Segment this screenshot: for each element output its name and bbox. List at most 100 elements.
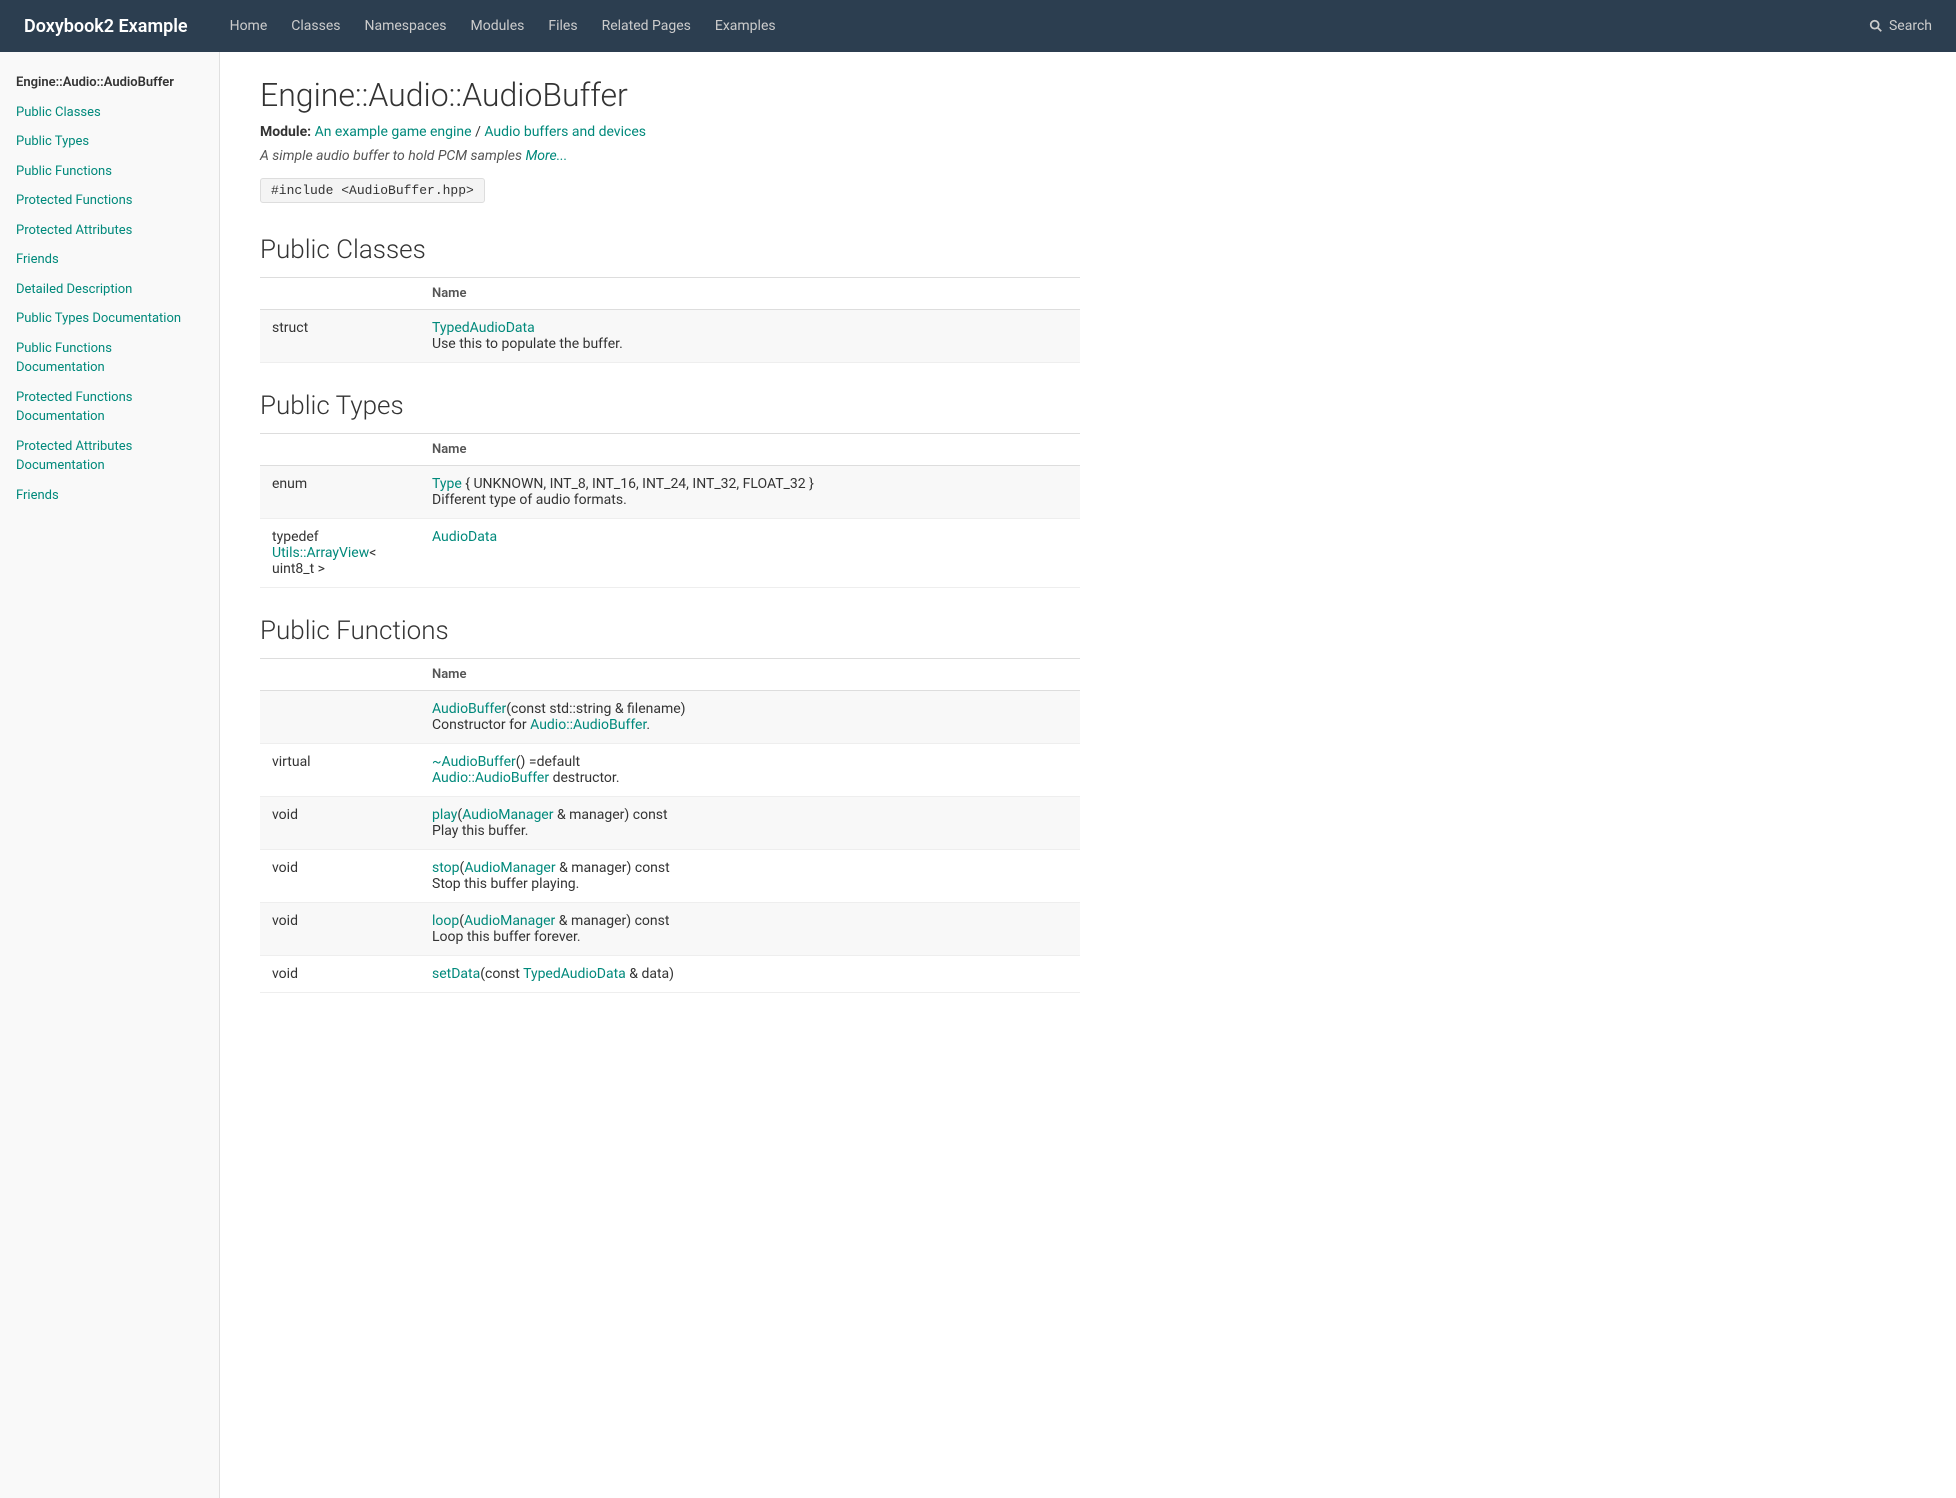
sidebar-item-public-functions[interactable]: Public Functions	[0, 157, 219, 187]
pf-row2-desc: Play this buffer.	[432, 823, 528, 839]
sidebar-item-public-types[interactable]: Public Types	[0, 127, 219, 157]
sidebar-item-public-functions-doc[interactable]: Public Functions Documentation	[0, 334, 219, 383]
public-classes-row0-desc: Use this to populate the buffer.	[432, 336, 623, 352]
module-line: Module: An example game engine / Audio b…	[260, 124, 1080, 140]
sidebar-item-friends-doc[interactable]: Friends	[0, 481, 219, 511]
pf-row0-qualifier	[260, 691, 420, 744]
pf-row3-qualifier: void	[260, 850, 420, 903]
table-row: AudioBuffer(const std::string & filename…	[260, 691, 1080, 744]
pf-row4-desc: Loop this buffer forever.	[432, 929, 581, 945]
module-link-engine[interactable]: An example game engine	[315, 124, 472, 140]
nav-home[interactable]: Home	[220, 12, 278, 40]
pf-row0-desc: Constructor for Audio::AudioBuffer.	[432, 717, 650, 733]
table-row: struct TypedAudioData Use this to popula…	[260, 310, 1080, 363]
public-types-row0-name: Type { UNKNOWN, INT_8, INT_16, INT_24, I…	[420, 466, 1080, 519]
pf-row3-link[interactable]: stop	[432, 860, 460, 876]
public-types-row1-link[interactable]: AudioData	[432, 529, 497, 545]
public-types-row0-qualifier: enum	[260, 466, 420, 519]
pf-row5-qualifier: void	[260, 956, 420, 993]
sidebar-item-public-types-doc[interactable]: Public Types Documentation	[0, 304, 219, 334]
table-row: enum Type { UNKNOWN, INT_8, INT_16, INT_…	[260, 466, 1080, 519]
public-classes-row0-link[interactable]: TypedAudioData	[432, 320, 535, 336]
search-label: Search	[1889, 18, 1932, 34]
pf-row1-qualifier: virtual	[260, 744, 420, 797]
navbar-nav: Home Classes Namespaces Modules Files Re…	[220, 12, 1869, 40]
public-types-row1-name: AudioData	[420, 519, 1080, 588]
public-types-table: Name enum Type { UNKNOWN, INT_8, INT_16,…	[260, 434, 1080, 588]
navbar-search[interactable]: Search	[1869, 18, 1932, 34]
pf-row1-name: ~AudioBuffer() =default Audio::AudioBuff…	[420, 744, 1080, 797]
table-row: void stop(AudioManager & manager) const …	[260, 850, 1080, 903]
public-types-row0-suffix: { UNKNOWN, INT_8, INT_16, INT_24, INT_32…	[465, 476, 814, 492]
public-types-col-qualifier	[260, 434, 420, 466]
pf-row0-link[interactable]: AudioBuffer	[432, 701, 506, 717]
sidebar-item-protected-attributes-doc[interactable]: Protected Attributes Documentation	[0, 432, 219, 481]
public-classes-heading: Public Classes	[260, 235, 1080, 265]
brief-description: A simple audio buffer to hold PCM sample…	[260, 148, 1080, 164]
include-box: #include <AudioBuffer.hpp>	[260, 178, 485, 203]
pf-row4-link[interactable]: loop	[432, 913, 459, 929]
navbar-brand[interactable]: Doxybook2 Example	[24, 16, 188, 37]
pf-row2-mgr-link[interactable]: AudioManager	[462, 807, 553, 823]
public-types-row0-link[interactable]: Type	[432, 476, 462, 492]
public-classes-col-qualifier	[260, 278, 420, 310]
public-types-col-name: Name	[420, 434, 1080, 466]
nav-examples[interactable]: Examples	[705, 12, 786, 40]
public-types-row1-qualifier: typedef Utils::ArrayView< uint8_t >	[260, 519, 420, 588]
page-title: Engine::Audio::AudioBuffer	[260, 76, 1080, 114]
module-separator: /	[475, 124, 484, 140]
nav-namespaces[interactable]: Namespaces	[355, 12, 457, 40]
brief-text: A simple audio buffer to hold PCM sample…	[260, 148, 522, 164]
pf-row0-name: AudioBuffer(const std::string & filename…	[420, 691, 1080, 744]
sidebar-item-friends[interactable]: Friends	[0, 245, 219, 275]
pf-row1-desc: Audio::AudioBuffer destructor.	[432, 770, 620, 786]
nav-related-pages[interactable]: Related Pages	[592, 12, 701, 40]
public-types-row0-desc: Different type of audio formats.	[432, 492, 627, 508]
table-row: virtual ~AudioBuffer() =default Audio::A…	[260, 744, 1080, 797]
main-content: Engine::Audio::AudioBuffer Module: An ex…	[220, 52, 1120, 1498]
sidebar: Engine::Audio::AudioBuffer Public Classe…	[0, 52, 220, 1498]
sidebar-item-protected-attributes[interactable]: Protected Attributes	[0, 216, 219, 246]
table-row: void setData(const TypedAudioData & data…	[260, 956, 1080, 993]
pf-row3-name: stop(AudioManager & manager) const Stop …	[420, 850, 1080, 903]
search-icon	[1869, 19, 1883, 33]
table-row: void loop(AudioManager & manager) const …	[260, 903, 1080, 956]
module-link-audio[interactable]: Audio buffers and devices	[484, 124, 646, 140]
module-prefix: Module:	[260, 124, 311, 140]
page-wrapper: Engine::Audio::AudioBuffer Public Classe…	[0, 52, 1956, 1498]
sidebar-item-protected-functions[interactable]: Protected Functions	[0, 186, 219, 216]
navbar: Doxybook2 Example Home Classes Namespace…	[0, 0, 1956, 52]
sidebar-item-protected-functions-doc[interactable]: Protected Functions Documentation	[0, 383, 219, 432]
public-functions-heading: Public Functions	[260, 616, 1080, 646]
public-types-heading: Public Types	[260, 391, 1080, 421]
pf-row2-qualifier: void	[260, 797, 420, 850]
public-classes-table: Name struct TypedAudioData Use this to p…	[260, 278, 1080, 363]
sidebar-item-title[interactable]: Engine::Audio::AudioBuffer	[0, 68, 219, 98]
table-row: void play(AudioManager & manager) const …	[260, 797, 1080, 850]
pf-row0-desc-link[interactable]: Audio::AudioBuffer	[530, 717, 646, 733]
nav-classes[interactable]: Classes	[281, 12, 350, 40]
pf-row5-name: setData(const TypedAudioData & data)	[420, 956, 1080, 993]
public-types-row0-name-inline: Type { UNKNOWN, INT_8, INT_16, INT_24, I…	[432, 476, 814, 492]
sidebar-item-detailed-desc[interactable]: Detailed Description	[0, 275, 219, 305]
pf-row1-desc-link[interactable]: Audio::AudioBuffer	[432, 770, 549, 786]
public-functions-col-name: Name	[420, 659, 1080, 691]
public-functions-col-qualifier	[260, 659, 420, 691]
pf-row4-mgr-link[interactable]: AudioManager	[464, 913, 555, 929]
brief-more-link[interactable]: More...	[525, 148, 567, 164]
public-types-row1-qualifier-link[interactable]: Utils::ArrayView	[272, 545, 369, 561]
public-classes-row0-name: TypedAudioData Use this to populate the …	[420, 310, 1080, 363]
pf-row5-link[interactable]: setData	[432, 966, 480, 982]
pf-row3-desc: Stop this buffer playing.	[432, 876, 579, 892]
pf-row5-typed-link[interactable]: TypedAudioData	[523, 966, 626, 982]
pf-row1-link[interactable]: ~AudioBuffer	[432, 754, 516, 770]
public-classes-row0-qualifier: struct	[260, 310, 420, 363]
public-functions-table: Name AudioBuffer(const std::string & fil…	[260, 659, 1080, 993]
nav-files[interactable]: Files	[538, 12, 587, 40]
pf-row3-mgr-link[interactable]: AudioManager	[464, 860, 555, 876]
sidebar-item-public-classes[interactable]: Public Classes	[0, 98, 219, 128]
pf-row4-qualifier: void	[260, 903, 420, 956]
public-classes-col-name: Name	[420, 278, 1080, 310]
pf-row2-link[interactable]: play	[432, 807, 457, 823]
nav-modules[interactable]: Modules	[460, 12, 534, 40]
